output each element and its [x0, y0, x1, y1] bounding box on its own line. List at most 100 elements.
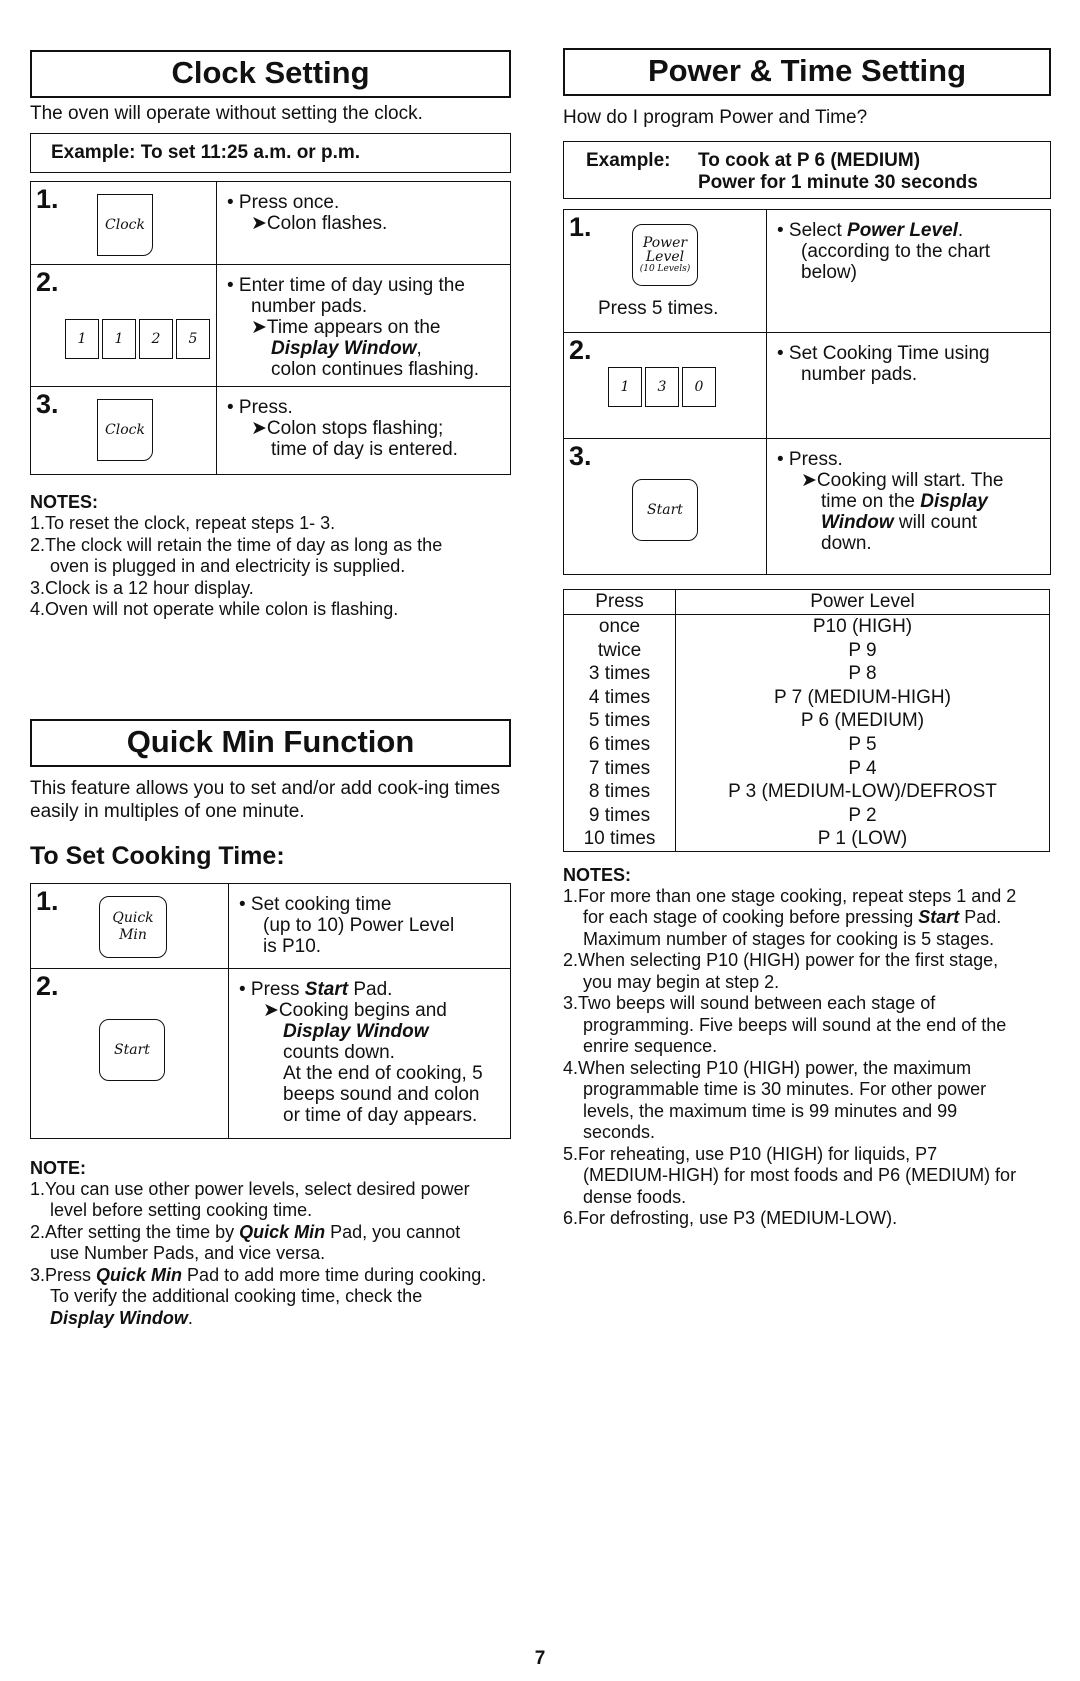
note-text: 6.For defrosting, use P3 (MEDIUM-LOW).	[563, 1208, 898, 1229]
power-notes-list: 1.For more than one stage cooking, repea…	[563, 886, 1051, 1230]
press-count-cell: 4 times	[563, 685, 676, 710]
step-text: below)	[801, 262, 857, 283]
quick-min-step-2: 2. Start • Press Start Pad. ➤Cooking beg…	[31, 967, 510, 1138]
example-text: Power for 1 minute 30 seconds	[698, 172, 978, 193]
clock-step-2: 2. 1 1 2 5 • Enter time of day using the…	[31, 264, 510, 386]
power-note: 2.When selecting P10 (HIGH) power for th…	[563, 950, 1025, 993]
press-count-cell: once	[563, 614, 676, 639]
step-result: will count	[893, 512, 978, 533]
power-step-1: 1. Power Level (10 Levels) Press 5 times…	[564, 210, 1050, 332]
clock-step-3: 3. Clock • Press. ➤Colon stops flashing;…	[31, 386, 510, 474]
start-pad-icon: Start	[99, 1018, 165, 1081]
quick-min-notes-heading: NOTE:	[30, 1157, 86, 1178]
quick-min-ref: Quick Min	[239, 1221, 326, 1242]
clock-note: 2.The clock will retain the time of day …	[30, 534, 443, 577]
clock-note: 3.Clock is a 12 hour display.	[30, 577, 254, 598]
table-row: 5 times P 6 (MEDIUM)	[563, 709, 1050, 733]
quick-min-ref: Quick Min	[96, 1264, 183, 1285]
table-row: 9 times P 2	[563, 803, 1050, 828]
power-level-ref: Power Level	[847, 220, 958, 241]
display-window-ref: Display Window	[283, 1020, 429, 1042]
table-header-row: Press Power Level	[563, 589, 1050, 615]
example-text: To cook at P 6 (MEDIUM)	[698, 150, 921, 171]
clock-pad-icon: Clock	[97, 399, 153, 461]
press-count-cell: 8 times	[563, 780, 676, 804]
note-text: 5.For reheating, use P10 (HIGH) for liqu…	[563, 1143, 1017, 1207]
step-result: beeps sound and colon	[283, 1083, 480, 1105]
power-table-body: once P10 (HIGH) twice P 93 times P 84 times P…	[563, 614, 1050, 852]
start-pad-icon: Start	[632, 479, 698, 541]
power-level-cell: P 5	[675, 732, 1050, 757]
press-count-cell: 9 times	[563, 803, 676, 828]
step-text: • Press.	[777, 449, 843, 470]
step-text: • Press.	[227, 397, 293, 418]
power-example-box: Example: To cook at P 6 (MEDIUM) Power f…	[563, 141, 1051, 199]
power-note: 5.For reheating, use P10 (HIGH) for liqu…	[563, 1144, 1025, 1209]
step-result: down.	[821, 533, 872, 554]
pad-label: (10 Levels)	[639, 263, 691, 274]
clock-setting-title: Clock Setting	[30, 50, 511, 98]
clock-example-box: Example: To set 11:25 a.m. or p.m.	[30, 133, 511, 173]
power-time-intro: How do I program Power and Time?	[563, 107, 868, 128]
page-number: 7	[534, 1648, 546, 1669]
step-text: number pads.	[251, 296, 368, 317]
power-level-cell: P 1 (LOW)	[675, 827, 1050, 852]
step-result: ➤Cooking begins and	[263, 999, 447, 1021]
table-row: 7 times P 4	[563, 756, 1050, 781]
step-result: ➤Colon flashes.	[251, 213, 388, 234]
pad-label: Min	[119, 926, 147, 943]
power-note: 3.Two beeps will sound between each stag…	[563, 993, 1025, 1058]
display-window-ref: Window	[821, 512, 894, 533]
pad-label: Quick	[112, 909, 154, 926]
note-text: 2.After setting the time by	[30, 1221, 240, 1242]
power-level-cell: P 2	[675, 803, 1050, 828]
clock-step-1: 1. Clock • Press once. ➤Colon flashes.	[31, 182, 510, 264]
power-level-pad-icon: Power Level (10 Levels)	[632, 224, 698, 286]
example-label: Example:	[586, 150, 671, 171]
number-pad-icon: 2	[139, 319, 173, 359]
press-count-cell: twice	[563, 638, 676, 663]
step-number: 2.	[36, 970, 59, 1001]
quick-min-step-1: 1. Quick Min • Set cooking time (up to 1…	[31, 883, 510, 968]
pad-label: Power	[642, 234, 688, 251]
power-level-cell: P 7 (MEDIUM-HIGH)	[675, 685, 1050, 710]
quick-min-steps-table: 1. Quick Min • Set cooking time (up to 1…	[30, 882, 511, 1139]
step-number: 1.	[36, 885, 59, 916]
note-text: .	[187, 1307, 193, 1328]
column-header-power-level: Power Level	[675, 589, 1050, 615]
step-result: or time of day appears.	[283, 1104, 478, 1126]
set-cooking-time-heading: To Set Cooking Time:	[30, 841, 285, 870]
number-pad-icon: 0	[682, 367, 716, 407]
power-step-3: 3. Start • Press. ➤Cooking will start. T…	[564, 438, 1050, 574]
step-number: 3.	[569, 441, 592, 471]
number-pad-icon: 5	[176, 319, 210, 359]
step-result: ➤Colon stops flashing;	[251, 418, 444, 439]
table-row: 4 times P 7 (MEDIUM-HIGH)	[563, 685, 1050, 710]
quick-min-title: Quick Min Function	[30, 718, 511, 767]
clock-notes-heading: NOTES:	[30, 492, 99, 512]
number-pad-icon: 1	[102, 319, 136, 359]
start-ref: Start	[918, 907, 960, 928]
display-window-ref: Display Window	[50, 1307, 188, 1328]
step-result: time of day is entered.	[271, 439, 458, 460]
number-pad-icon: 1	[608, 367, 642, 407]
power-notes-heading: NOTES:	[563, 864, 632, 885]
clock-setting-intro: The oven will operate without setting th…	[30, 103, 423, 124]
power-note: 6.For defrosting, use P3 (MEDIUM-LOW).	[563, 1208, 1025, 1230]
column-header-press: Press	[563, 589, 676, 615]
table-row: 6 times P 5	[563, 732, 1050, 757]
step-result: ➤Cooking will start. The	[801, 470, 1004, 491]
table-row: 10 times P 1 (LOW)	[563, 827, 1050, 852]
table-row: 3 times P 8	[563, 662, 1050, 686]
step-text: • Press once.	[227, 192, 340, 213]
power-time-title: Power & Time Setting	[563, 48, 1051, 96]
step-text: • Press	[239, 978, 305, 1000]
number-pads: 1 1 2 5	[65, 319, 210, 359]
step-text: (according to the chart	[801, 241, 991, 262]
press-count-cell: 3 times	[563, 662, 676, 686]
step-result: counts down.	[283, 1041, 395, 1063]
step-result: time on the	[821, 491, 921, 512]
power-steps-table: 1. Power Level (10 Levels) Press 5 times…	[563, 209, 1051, 575]
right-column: Power & Time Setting How do I program Po…	[563, 48, 1051, 1230]
pad-label: Level	[645, 248, 685, 265]
